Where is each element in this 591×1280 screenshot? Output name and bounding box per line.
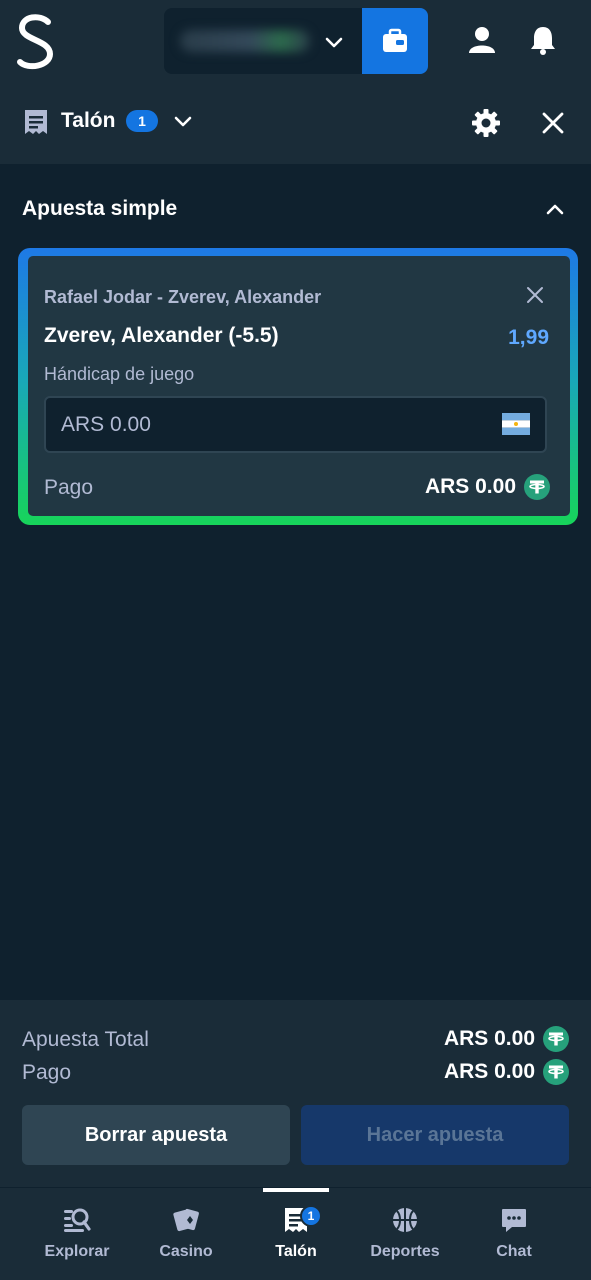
wallet-icon xyxy=(383,28,407,52)
argentina-flag-icon xyxy=(502,413,530,435)
bet-odds: 1,99 xyxy=(508,326,549,349)
payout-value: ARS 0.00 xyxy=(424,475,516,498)
bell-icon[interactable] xyxy=(527,24,559,56)
chat-icon xyxy=(502,1209,526,1232)
payout-value-group: ARS 0.00 xyxy=(425,474,550,500)
stake-value: ARS 0.00 xyxy=(61,412,151,436)
bet-card: Rafael Jodar - Zverev, Alexander Zverev,… xyxy=(18,248,578,525)
nav-item-talon[interactable]: Talón xyxy=(237,1188,355,1280)
blurred-balance xyxy=(180,30,310,52)
wallet-balance-selector[interactable] xyxy=(164,8,362,74)
payout-label: Pago xyxy=(44,476,94,499)
nav-label: Talón xyxy=(275,1243,317,1260)
close-icon[interactable] xyxy=(538,108,568,138)
bet-market: Hándicap de juego xyxy=(44,364,195,384)
tether-icon xyxy=(524,474,550,500)
nav-item-explorar[interactable]: Explorar xyxy=(18,1188,136,1280)
total-stake-value: ARS 0.00 xyxy=(443,1027,535,1050)
tether-icon xyxy=(543,1026,569,1052)
top-header xyxy=(0,0,591,82)
nav-item-casino[interactable]: Casino xyxy=(127,1188,245,1280)
chevron-down-icon[interactable] xyxy=(172,110,194,132)
total-stake-group: ARS 0.00 xyxy=(444,1026,569,1052)
section-title: Apuesta simple xyxy=(22,197,178,220)
betslip-count-badge: 1 xyxy=(126,110,158,132)
tether-icon xyxy=(543,1059,569,1085)
bet-card-body: Rafael Jodar - Zverev, Alexander Zverev,… xyxy=(28,256,570,516)
browse-search-icon xyxy=(64,1208,91,1232)
nav-label: Chat xyxy=(496,1243,532,1260)
chevron-up-icon[interactable] xyxy=(543,198,567,222)
summary-payout-group: ARS 0.00 xyxy=(444,1059,569,1085)
basketball-icon xyxy=(393,1208,417,1232)
match-name[interactable]: Rafael Jodar - Zverev, Alexander xyxy=(44,287,321,308)
stake-logo-icon[interactable] xyxy=(14,12,58,70)
nav-item-chat[interactable]: Chat xyxy=(455,1188,573,1280)
betslip-header: Talón 1 xyxy=(0,82,591,164)
stake-input[interactable]: ARS 0.00 xyxy=(44,396,547,453)
place-bet-button[interactable]: Hacer apuesta xyxy=(301,1105,569,1165)
summary-payout-value: ARS 0.00 xyxy=(443,1060,535,1083)
betslip-title[interactable]: Talón xyxy=(61,109,115,133)
nav-talon-badge: 1 xyxy=(300,1205,322,1227)
wallet-button[interactable] xyxy=(362,8,428,74)
summary-payout-label: Pago xyxy=(22,1061,72,1084)
clear-bet-button[interactable]: Borrar apuesta xyxy=(22,1105,290,1165)
bet-selection: Zverev, Alexander (-5.5) xyxy=(44,324,279,347)
cards-icon xyxy=(173,1208,199,1232)
gear-icon[interactable] xyxy=(471,108,501,138)
betslip-summary: Apuesta Total ARS 0.00 Pago ARS 0.00 Bor… xyxy=(0,1000,591,1187)
nav-label: Deportes xyxy=(370,1243,440,1260)
nav-label: Casino xyxy=(159,1243,213,1260)
nav-label: Explorar xyxy=(44,1243,110,1260)
nav-item-deportes[interactable]: Deportes xyxy=(346,1188,464,1280)
bottom-navigation: Explorar Casino Talón 1 Deportes Chat xyxy=(0,1187,591,1280)
user-icon[interactable] xyxy=(466,24,498,56)
remove-bet-close-icon[interactable] xyxy=(524,284,546,306)
total-stake-label: Apuesta Total xyxy=(22,1028,149,1051)
chevron-down-icon xyxy=(325,37,343,48)
betslip-receipt-icon xyxy=(25,110,47,134)
